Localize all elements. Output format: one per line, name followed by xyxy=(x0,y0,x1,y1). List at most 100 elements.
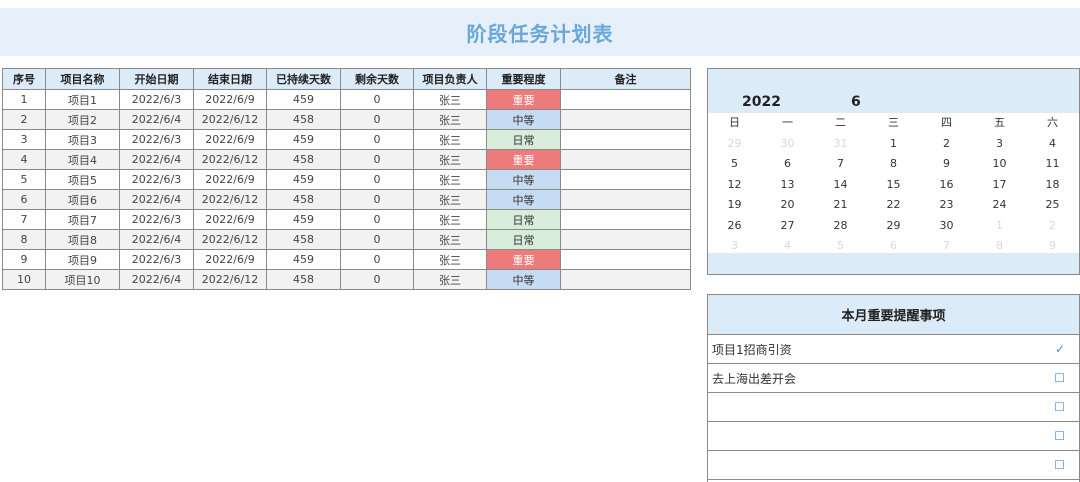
calendar-day[interactable]: 11 xyxy=(1026,154,1079,175)
table-cell[interactable] xyxy=(560,129,691,150)
table-cell[interactable]: 5 xyxy=(2,169,46,190)
table-cell[interactable]: 9 xyxy=(2,249,46,270)
calendar-day[interactable]: 2 xyxy=(1026,216,1079,237)
calendar-day[interactable]: 1 xyxy=(973,216,1026,237)
table-cell[interactable]: 1 xyxy=(2,89,46,110)
checkbox-icon[interactable]: ☐ xyxy=(1054,371,1065,385)
calendar-day[interactable]: 29 xyxy=(867,216,920,237)
calendar-day[interactable]: 8 xyxy=(867,154,920,175)
calendar-day[interactable]: 4 xyxy=(1026,134,1079,155)
table-cell[interactable]: 2022/6/4 xyxy=(119,109,194,130)
table-cell[interactable]: 2 xyxy=(2,109,46,130)
table-cell[interactable]: 0 xyxy=(340,109,414,130)
table-cell[interactable]: 2022/6/12 xyxy=(193,269,267,290)
calendar-day[interactable]: 5 xyxy=(708,154,761,175)
table-cell[interactable]: 2022/6/9 xyxy=(193,129,267,150)
calendar-day[interactable]: 31 xyxy=(814,134,867,155)
table-cell[interactable] xyxy=(560,169,691,190)
table-cell[interactable]: 10 xyxy=(2,269,46,290)
calendar-day[interactable]: 26 xyxy=(708,216,761,237)
table-cell[interactable]: 项目4 xyxy=(45,149,120,170)
table-cell[interactable] xyxy=(560,189,691,210)
reminder-item[interactable]: ☐ xyxy=(708,422,1079,451)
table-cell[interactable]: 6 xyxy=(2,189,46,210)
table-cell[interactable]: 459 xyxy=(266,129,341,150)
table-cell[interactable]: 项目8 xyxy=(45,229,120,250)
calendar-day[interactable]: 6 xyxy=(761,154,814,175)
calendar-day[interactable]: 10 xyxy=(973,154,1026,175)
checkbox-icon[interactable]: ☐ xyxy=(1054,429,1065,443)
table-cell[interactable]: 2022/6/9 xyxy=(193,249,267,270)
table-cell[interactable]: 7 xyxy=(2,209,46,230)
table-cell[interactable] xyxy=(560,89,691,110)
priority-cell[interactable]: 重要 xyxy=(486,249,561,270)
calendar-day[interactable]: 12 xyxy=(708,175,761,196)
checkbox-icon[interactable]: ☐ xyxy=(1054,458,1065,472)
calendar-day[interactable]: 17 xyxy=(973,175,1026,196)
priority-cell[interactable]: 日常 xyxy=(486,209,561,230)
table-cell[interactable]: 459 xyxy=(266,169,341,190)
table-cell[interactable] xyxy=(560,249,691,270)
calendar-day[interactable]: 29 xyxy=(708,134,761,155)
calendar-day[interactable]: 30 xyxy=(761,134,814,155)
table-cell[interactable]: 2022/6/3 xyxy=(119,249,194,270)
table-cell[interactable]: 3 xyxy=(2,129,46,150)
calendar-day[interactable]: 27 xyxy=(761,216,814,237)
table-cell[interactable]: 2022/6/3 xyxy=(119,169,194,190)
table-cell[interactable]: 项目3 xyxy=(45,129,120,150)
table-cell[interactable]: 8 xyxy=(2,229,46,250)
table-cell[interactable]: 2022/6/3 xyxy=(119,129,194,150)
table-cell[interactable]: 0 xyxy=(340,129,414,150)
calendar-day[interactable]: 9 xyxy=(920,154,973,175)
table-cell[interactable] xyxy=(560,229,691,250)
table-cell[interactable]: 0 xyxy=(340,249,414,270)
table-cell[interactable] xyxy=(560,269,691,290)
table-cell[interactable]: 2022/6/12 xyxy=(193,149,267,170)
priority-cell[interactable]: 日常 xyxy=(486,129,561,150)
table-cell[interactable]: 0 xyxy=(340,209,414,230)
table-cell[interactable]: 项目1 xyxy=(45,89,120,110)
table-cell[interactable]: 0 xyxy=(340,149,414,170)
table-cell[interactable]: 459 xyxy=(266,249,341,270)
calendar-day[interactable]: 21 xyxy=(814,195,867,216)
reminder-item[interactable]: ☐ xyxy=(708,393,1079,422)
table-cell[interactable]: 项目5 xyxy=(45,169,120,190)
table-cell[interactable]: 张三 xyxy=(413,249,487,270)
calendar-day[interactable]: 2 xyxy=(920,134,973,155)
table-cell[interactable]: 张三 xyxy=(413,269,487,290)
table-cell[interactable]: 张三 xyxy=(413,189,487,210)
calendar-day[interactable]: 24 xyxy=(973,195,1026,216)
calendar-day[interactable]: 7 xyxy=(814,154,867,175)
table-cell[interactable]: 458 xyxy=(266,269,341,290)
checkbox-icon[interactable]: ☐ xyxy=(1054,400,1065,414)
calendar-day[interactable]: 20 xyxy=(761,195,814,216)
checkmark-icon[interactable]: ✓ xyxy=(1055,342,1065,356)
table-cell[interactable]: 张三 xyxy=(413,109,487,130)
table-cell[interactable] xyxy=(560,149,691,170)
table-cell[interactable]: 2022/6/12 xyxy=(193,189,267,210)
table-cell[interactable]: 张三 xyxy=(413,169,487,190)
priority-cell[interactable]: 中等 xyxy=(486,109,561,130)
priority-cell[interactable]: 中等 xyxy=(486,189,561,210)
priority-cell[interactable]: 中等 xyxy=(486,269,561,290)
table-cell[interactable]: 0 xyxy=(340,89,414,110)
table-cell[interactable]: 项目7 xyxy=(45,209,120,230)
calendar-day[interactable]: 18 xyxy=(1026,175,1079,196)
table-cell[interactable]: 4 xyxy=(2,149,46,170)
table-cell[interactable]: 2022/6/4 xyxy=(119,149,194,170)
table-cell[interactable]: 2022/6/3 xyxy=(119,89,194,110)
table-cell[interactable]: 459 xyxy=(266,89,341,110)
table-cell[interactable]: 项目10 xyxy=(45,269,120,290)
table-cell[interactable]: 2022/6/9 xyxy=(193,169,267,190)
calendar-day[interactable]: 1 xyxy=(867,134,920,155)
calendar-day[interactable]: 30 xyxy=(920,216,973,237)
table-cell[interactable]: 项目9 xyxy=(45,249,120,270)
table-cell[interactable]: 2022/6/12 xyxy=(193,229,267,250)
calendar-day[interactable]: 28 xyxy=(814,216,867,237)
table-cell[interactable]: 0 xyxy=(340,169,414,190)
calendar-day[interactable]: 16 xyxy=(920,175,973,196)
calendar-day[interactable]: 3 xyxy=(973,134,1026,155)
table-cell[interactable]: 0 xyxy=(340,189,414,210)
table-cell[interactable]: 2022/6/4 xyxy=(119,229,194,250)
table-cell[interactable]: 458 xyxy=(266,229,341,250)
